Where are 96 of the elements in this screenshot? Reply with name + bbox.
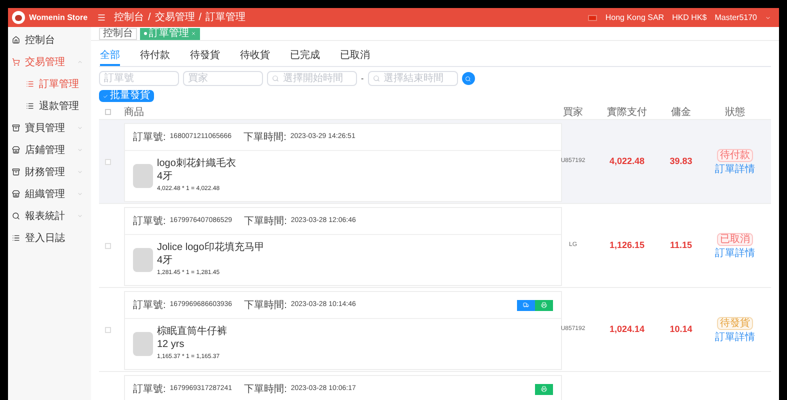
column-header: 傭金 <box>670 106 692 120</box>
breadcrumb-link[interactable]: 訂單管理 <box>206 10 246 25</box>
photo-placeholder <box>133 248 153 272</box>
archive-icon <box>12 168 20 176</box>
checkbox[interactable] <box>105 109 111 115</box>
product-name: logo刺花針織毛衣 <box>157 158 236 170</box>
input-field[interactable]: 買家 <box>183 71 263 86</box>
sidebar-item[interactable]: 財務管理 <box>8 161 91 183</box>
product-variant: 4牙 <box>157 171 174 183</box>
list-icon <box>26 80 34 88</box>
column-header: 實際支付 <box>606 106 648 120</box>
column-header: 買家 <box>562 106 584 120</box>
order-time-label: 下單時間: <box>244 214 287 228</box>
chevron-icon <box>77 125 83 131</box>
status-tab[interactable]: 已取消 <box>340 47 370 66</box>
sidebar-item[interactable]: 組織管理 <box>8 183 91 205</box>
paid-amount: 4,022.48 <box>608 154 646 168</box>
breadcrumb-link[interactable]: 控制台 <box>114 10 144 25</box>
list-icon <box>26 102 34 110</box>
sidebar-subitem[interactable]: 訂單管理 <box>8 73 91 95</box>
status-tag: 待付款 <box>717 148 753 162</box>
checkbox[interactable] <box>105 242 111 248</box>
status-tab[interactable]: 已完成 <box>290 47 320 66</box>
input-field[interactable]: 選擇結束時間 <box>368 71 458 86</box>
order-number-label: 訂單號: <box>133 382 166 396</box>
print-button[interactable] <box>535 300 553 310</box>
column-header: 商品 <box>124 106 145 120</box>
paid-amount: 1,024.14 <box>608 322 646 336</box>
order-time-label: 下單時間: <box>244 130 286 144</box>
order-number-label: 訂單號: <box>133 298 166 312</box>
search-button[interactable] <box>462 72 475 85</box>
photo-placeholder <box>133 332 153 356</box>
printer-icon <box>541 302 547 308</box>
cart-icon <box>12 58 20 66</box>
currency-label[interactable]: HKD HK$ <box>672 12 707 24</box>
order-detail-link[interactable]: 訂單詳情 <box>715 332 755 342</box>
chevron-icon <box>77 169 83 175</box>
brand-name: Womenin Store <box>29 12 88 24</box>
order-time-label: 下單時間: <box>244 298 287 312</box>
product-variant: 12 yrs <box>157 339 186 351</box>
caret-icon[interactable] <box>765 14 771 20</box>
check-icon <box>103 94 108 98</box>
sidebar-item[interactable]: 控制台 <box>8 29 91 51</box>
chevron-icon <box>77 59 83 65</box>
chevron-icon <box>77 191 83 197</box>
input-field[interactable]: 選擇開始時間 <box>267 71 357 86</box>
input-field[interactable]: 訂單號 <box>99 71 179 86</box>
store-icon <box>12 146 20 154</box>
search-icon <box>12 212 20 220</box>
logo-icon <box>12 11 25 24</box>
commission-amount: 10.14 <box>668 322 694 336</box>
commission-amount: 39.83 <box>668 154 694 168</box>
list-icon <box>12 234 20 242</box>
printer-icon <box>541 386 547 392</box>
sidebar-item[interactable]: 店鋪管理 <box>8 139 91 161</box>
breadcrumb-separator: / <box>148 11 151 25</box>
search-icon <box>465 76 472 82</box>
sidebar-item[interactable]: 寶貝管理 <box>8 117 91 139</box>
sidebar-item[interactable]: 報表統計 <box>8 205 91 227</box>
region-label[interactable]: Hong Kong SAR <box>605 12 664 24</box>
range-separator: - <box>361 72 364 84</box>
page-tab[interactable]: 控制台 <box>99 28 137 40</box>
breadcrumb-separator: / <box>198 11 202 25</box>
checkbox[interactable] <box>105 326 111 332</box>
paid-amount: 1,126.15 <box>608 238 646 252</box>
order-detail-link[interactable]: 訂單詳情 <box>715 248 755 258</box>
commission-amount: 11.15 <box>668 238 694 252</box>
product-name: 棕眠直筒牛仔裤 <box>157 326 227 338</box>
store-icon <box>12 190 20 198</box>
print-button[interactable] <box>535 384 553 394</box>
archive-icon <box>12 124 20 132</box>
status-tab[interactable]: 待發貨 <box>190 47 220 66</box>
status-tab[interactable]: 待付款 <box>140 47 170 66</box>
status-tab[interactable]: 待收貨 <box>240 47 270 66</box>
column-header: 狀態 <box>724 106 746 120</box>
chevron-icon <box>77 147 83 153</box>
order-number-label: 訂單號: <box>133 130 166 144</box>
sidebar-item[interactable]: 交易管理 <box>8 51 91 73</box>
sidebar-subitem[interactable]: 退款管理 <box>8 95 91 117</box>
chevron-icon <box>77 213 83 219</box>
ship-button[interactable] <box>517 300 535 310</box>
flag-icon <box>588 14 598 20</box>
product-variant: 4牙 <box>157 255 174 267</box>
status-tag: 已取消 <box>717 232 753 246</box>
truck-icon <box>523 302 529 308</box>
home-icon <box>12 36 20 44</box>
product-name: Jolice logo印花填充马甲 <box>157 242 264 254</box>
breadcrumb-link[interactable]: 交易管理 <box>154 10 195 25</box>
menu-icon[interactable] <box>97 13 106 22</box>
status-tag: 待發貨 <box>717 316 753 330</box>
sidebar-item[interactable]: 登入日誌 <box>8 227 91 249</box>
user-name[interactable]: Master5170 <box>714 12 757 24</box>
photo-placeholder <box>133 164 153 188</box>
checkbox[interactable] <box>105 158 111 164</box>
order-time-label: 下單時間: <box>244 382 287 396</box>
order-number-label: 訂單號: <box>133 214 166 228</box>
